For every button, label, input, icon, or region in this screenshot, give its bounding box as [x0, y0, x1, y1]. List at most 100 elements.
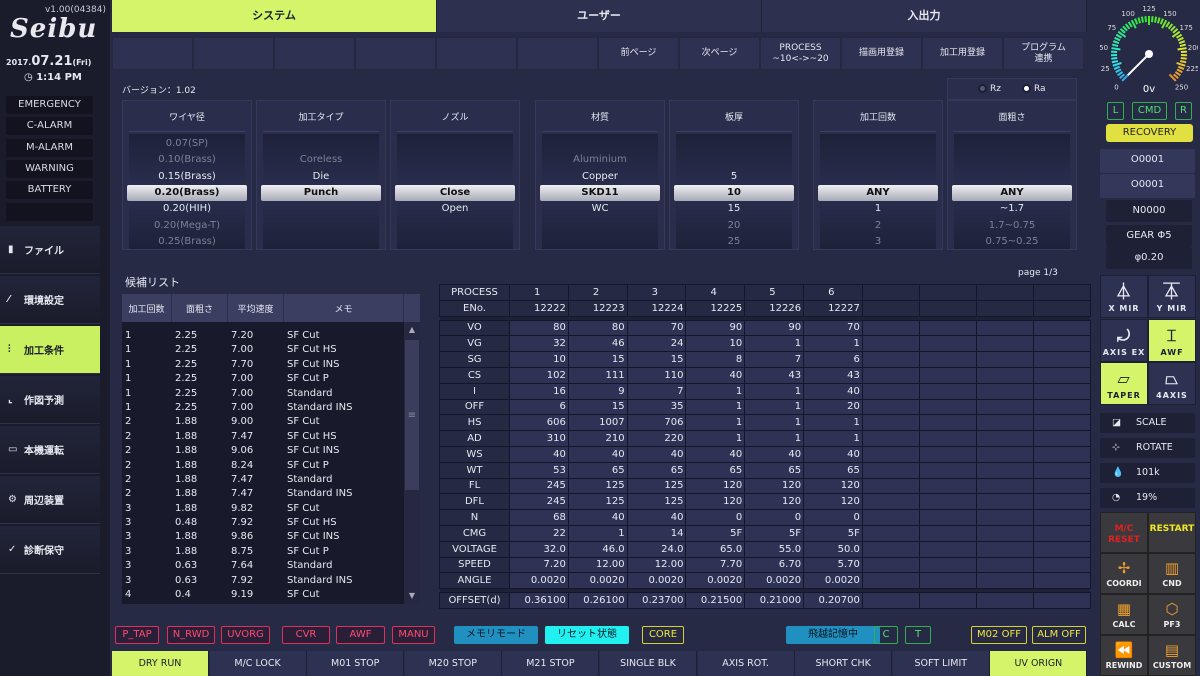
cell[interactable]: 15: [567, 351, 628, 368]
mode-taper[interactable]: ▱ TAPER: [1100, 362, 1148, 405]
selector-wheel[interactable]: Aluminium Copper SKD11 WC: [540, 134, 660, 249]
mode-awf[interactable]: ⌶ AWF: [1148, 318, 1196, 362]
cell[interactable]: [861, 445, 920, 463]
cell[interactable]: [861, 284, 920, 301]
cell[interactable]: 65: [626, 461, 687, 479]
selector-option[interactable]: 1.7~0.75: [954, 218, 1070, 234]
key-custom[interactable]: ▤ CUSTOM: [1148, 635, 1196, 676]
cell[interactable]: 40: [626, 509, 687, 526]
cell[interactable]: 110: [626, 366, 687, 384]
toolbar-button-7[interactable]: 次ページ: [679, 37, 760, 70]
tab-0[interactable]: システム: [112, 0, 437, 32]
selector-option[interactable]: 0.75~0.25: [954, 234, 1070, 250]
cell[interactable]: [861, 430, 920, 447]
cell[interactable]: [861, 299, 920, 317]
cell[interactable]: [1032, 430, 1091, 447]
selector-option[interactable]: 0.20(Brass): [127, 184, 247, 201]
cell[interactable]: 6: [509, 398, 569, 416]
cell[interactable]: [1032, 524, 1091, 542]
cell[interactable]: 5: [744, 284, 805, 301]
tab-1[interactable]: ユーザー: [437, 0, 762, 32]
nav-item-4[interactable]: ▭ 本機運転: [0, 426, 100, 474]
selector-option[interactable]: Coreless: [263, 152, 379, 168]
toolbar-button-4[interactable]: [436, 37, 517, 70]
cell[interactable]: 7: [744, 351, 805, 368]
cell[interactable]: 1: [744, 430, 805, 447]
cell[interactable]: 310: [509, 430, 569, 447]
cell[interactable]: 12.00: [567, 556, 628, 574]
key-calc[interactable]: ▦ CALC: [1100, 594, 1148, 635]
cell[interactable]: 32.0: [509, 540, 569, 558]
cell[interactable]: 80: [567, 319, 628, 337]
selector-option[interactable]: Aluminium: [542, 152, 658, 168]
cell[interactable]: 40: [685, 366, 746, 384]
selector-option[interactable]: 0.15(Brass): [129, 169, 245, 185]
cell[interactable]: 0.20700: [803, 592, 863, 609]
scroll-down-icon[interactable]: ▼: [404, 588, 420, 604]
cell[interactable]: 1: [685, 430, 746, 447]
cell[interactable]: 120: [744, 493, 805, 511]
selector-wheel[interactable]: Coreless Die Punch: [261, 134, 381, 249]
cell[interactable]: 5F: [803, 524, 863, 542]
radio-rz[interactable]: Rz: [978, 84, 1001, 94]
selector-option[interactable]: ~1.7: [954, 201, 1070, 217]
table-row[interactable]: 3 1.88 9.82 SF Cut: [122, 502, 420, 516]
cell[interactable]: [1032, 540, 1091, 558]
cell[interactable]: 5.70: [803, 556, 863, 574]
cell[interactable]: 10: [509, 351, 569, 368]
cell[interactable]: [975, 461, 1034, 479]
cell[interactable]: 12222: [509, 299, 569, 317]
cell[interactable]: 46.0: [567, 540, 628, 558]
cell[interactable]: [1032, 284, 1091, 301]
cell[interactable]: [918, 592, 977, 609]
cell[interactable]: [975, 299, 1034, 317]
cell[interactable]: 12224: [626, 299, 687, 317]
key-coordi[interactable]: ✢ COORDI: [1100, 553, 1148, 594]
cell[interactable]: 10: [685, 335, 746, 353]
cell[interactable]: 8: [685, 351, 746, 368]
cell[interactable]: 12225: [685, 299, 746, 317]
cell[interactable]: [918, 477, 977, 495]
cell[interactable]: 1: [744, 414, 805, 432]
cell[interactable]: 70: [626, 319, 687, 337]
table-row[interactable]: 3 1.88 8.75 SF Cut P: [122, 545, 420, 559]
cell[interactable]: [975, 351, 1034, 368]
cell[interactable]: [975, 445, 1034, 463]
mode-x-mir[interactable]: ⏃ X MIR: [1100, 275, 1148, 318]
cell[interactable]: 65: [803, 461, 863, 479]
cell[interactable]: 3: [626, 284, 687, 301]
cell[interactable]: 0.0020: [685, 572, 746, 590]
cell[interactable]: 1: [744, 382, 805, 400]
cell[interactable]: 111: [567, 366, 628, 384]
cell[interactable]: [918, 414, 977, 432]
cell[interactable]: 40: [744, 445, 805, 463]
cell[interactable]: 0.0020: [626, 572, 687, 590]
cell[interactable]: 24: [626, 335, 687, 353]
cell[interactable]: [975, 366, 1034, 384]
nav-item-1[interactable]: ⁄ 環境設定: [0, 276, 100, 324]
nav-item-6[interactable]: ✓ 診断保守: [0, 526, 100, 574]
cell[interactable]: 40: [509, 445, 569, 463]
table-row[interactable]: 2 1.88 7.47 Standard: [122, 473, 420, 487]
toolbar-button-8[interactable]: PROCESS ~10<->~20: [760, 37, 841, 70]
key-rewind[interactable]: ⏪ REWIND: [1100, 635, 1148, 676]
cell[interactable]: [861, 524, 920, 542]
cell[interactable]: 14: [626, 524, 687, 542]
cell[interactable]: 0.23700: [626, 592, 687, 609]
table-row[interactable]: 4 0.4 9.19 SF Cut: [122, 588, 420, 602]
key-pf3[interactable]: ⬡ PF3: [1148, 594, 1196, 635]
table-row[interactable]: 3 0.63 7.92 Standard INS: [122, 574, 420, 588]
cell[interactable]: 2: [567, 284, 628, 301]
cell[interactable]: [861, 540, 920, 558]
cell[interactable]: 210: [567, 430, 628, 447]
selector-option[interactable]: 15: [676, 201, 792, 217]
cell[interactable]: [1032, 366, 1091, 384]
cell[interactable]: [918, 366, 977, 384]
selector-option[interactable]: 5: [676, 169, 792, 185]
cell[interactable]: [918, 509, 977, 526]
selector-option[interactable]: 2: [820, 218, 936, 234]
cell[interactable]: [975, 509, 1034, 526]
selector-option[interactable]: Close: [395, 184, 515, 201]
cell[interactable]: 125: [626, 477, 687, 495]
cell[interactable]: 0.0020: [509, 572, 569, 590]
